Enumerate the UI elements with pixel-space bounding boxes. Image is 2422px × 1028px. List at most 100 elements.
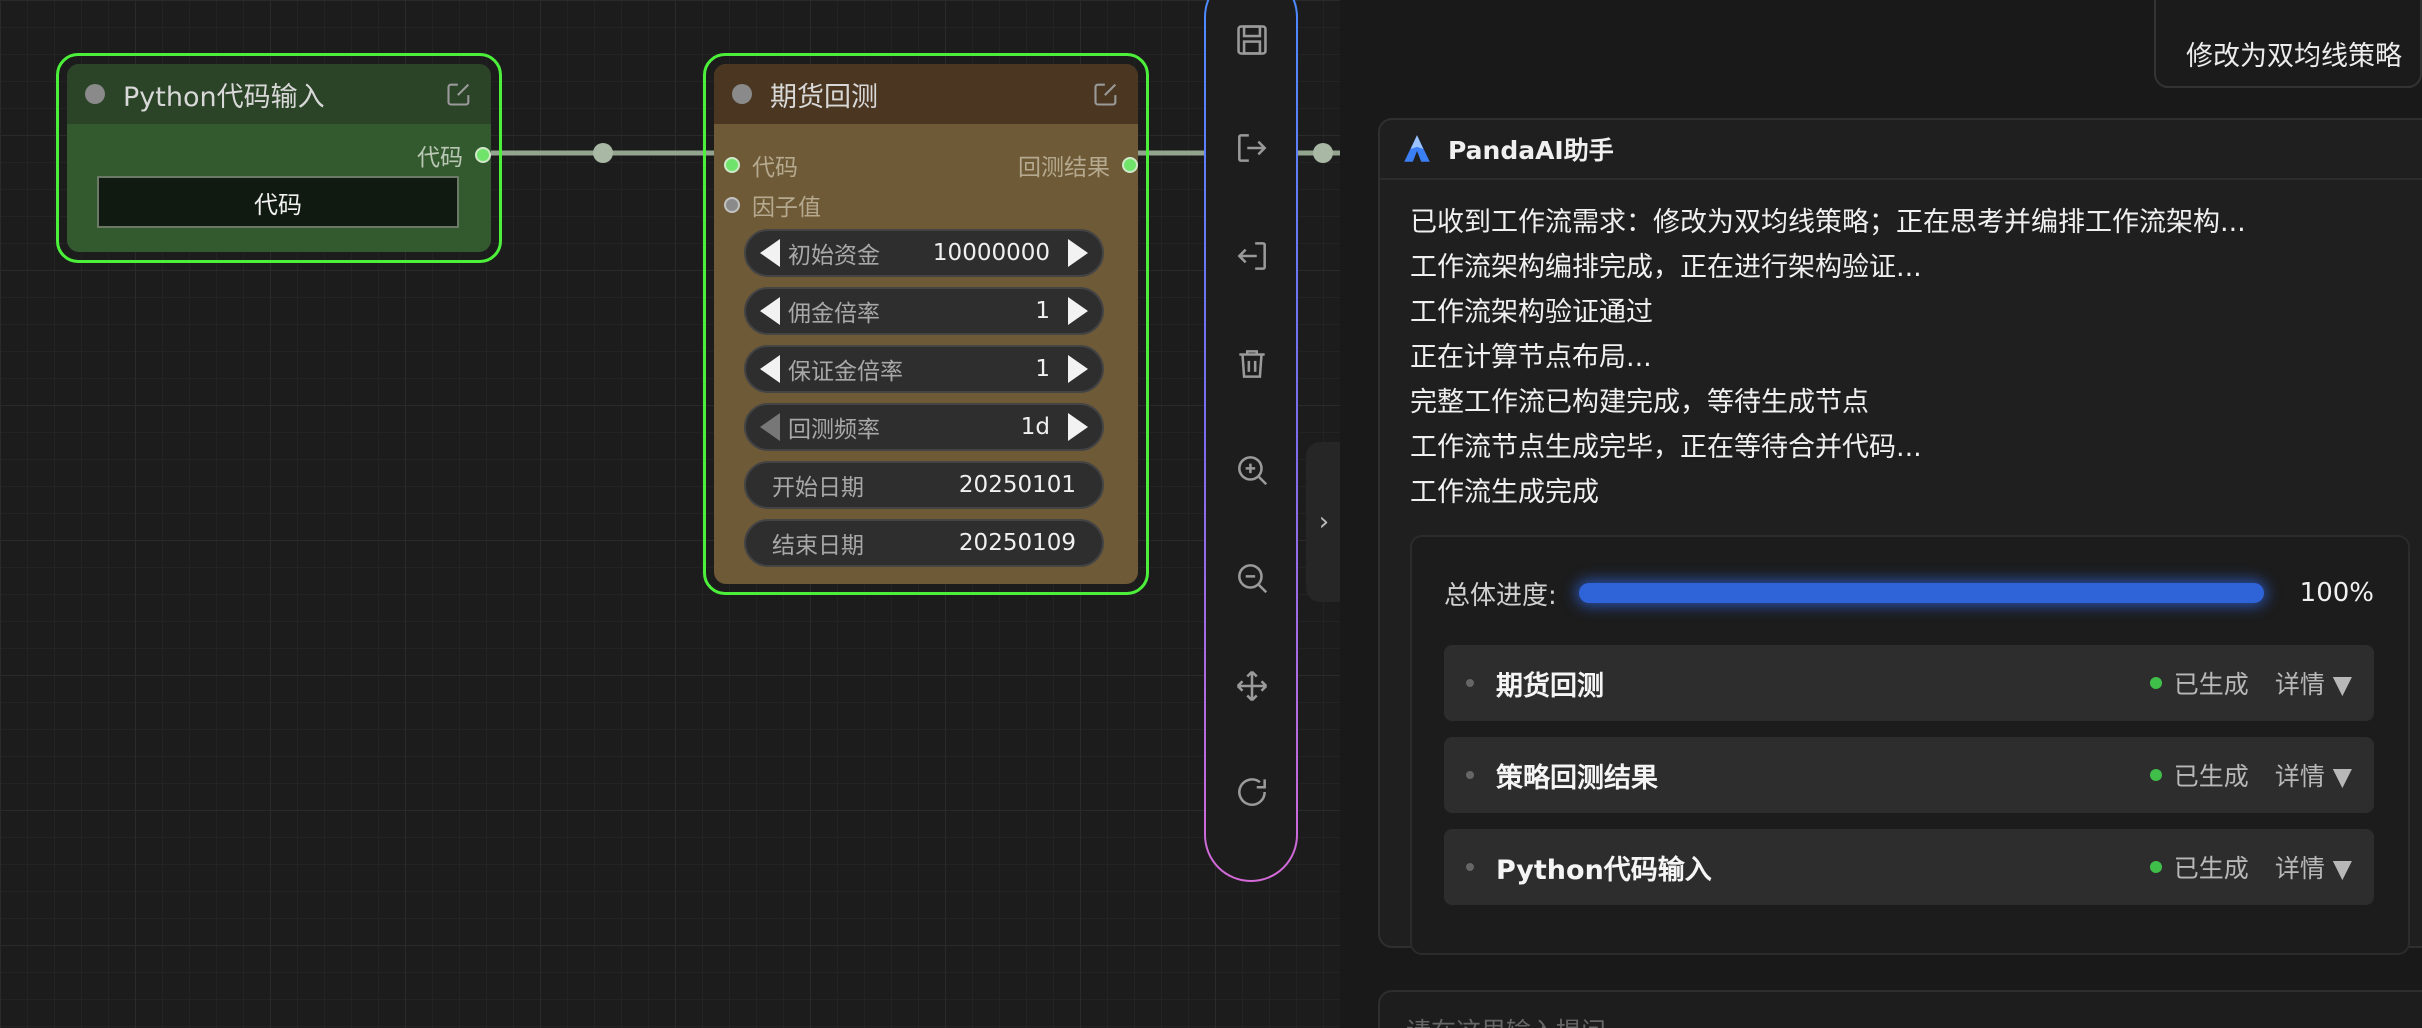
input-slot-dot[interactable]: [724, 197, 740, 213]
node-header[interactable]: 期货回测: [714, 64, 1138, 124]
widget-backtest-frequency[interactable]: 回测频率 1d: [744, 403, 1104, 451]
task-status: 已生成: [2173, 670, 2249, 699]
edit-icon[interactable]: [445, 80, 473, 108]
delete-button[interactable]: [1232, 344, 1272, 384]
decrement-arrow-icon[interactable]: [760, 239, 780, 267]
widget-value[interactable]: 1: [1035, 298, 1050, 324]
progress-track: [1578, 583, 2264, 603]
log-line: 工作流节点生成完毕，正在等待合并代码...: [1410, 432, 1922, 463]
output-slot-code[interactable]: 代码: [417, 138, 491, 172]
input-slot-label: 代码: [752, 155, 798, 181]
increment-arrow-icon[interactable]: [1068, 239, 1088, 267]
increment-arrow-icon[interactable]: [1068, 355, 1088, 383]
widget-value[interactable]: 1: [1035, 356, 1050, 382]
widget-commission-multiplier[interactable]: 佣金倍率 1: [744, 287, 1104, 335]
chat-input[interactable]: [1406, 1014, 2386, 1028]
task-item[interactable]: 策略回测结果 已生成 详情 ▼: [1444, 737, 2374, 813]
code-button[interactable]: 代码: [97, 176, 459, 228]
input-slot-factor[interactable]: 因子值: [724, 188, 821, 222]
assistant-message-card: PandaAI助手 已收到工作流需求：修改为双均线策略；正在思考并编排工作流架构…: [1378, 118, 2422, 955]
input-slot-dot[interactable]: [724, 157, 740, 173]
input-slot-label: 因子值: [752, 195, 821, 221]
export-button[interactable]: [1232, 128, 1272, 168]
zoom-in-icon: [1238, 456, 1268, 486]
task-detail-toggle[interactable]: 详情 ▼: [2275, 849, 2352, 885]
trash-icon: [1239, 350, 1265, 378]
input-slot-code[interactable]: 代码: [724, 148, 798, 182]
canvas-toolbar: [1204, 0, 1298, 882]
task-name: 期货回测: [1496, 670, 1604, 702]
panda-logo-icon: [1404, 135, 1430, 162]
node-title: 期货回测: [770, 81, 878, 113]
status-dot-icon: [2149, 861, 2162, 873]
progress-log: 已收到工作流需求：修改为双均线策略；正在思考并编排工作流架构... 工作流架构编…: [1410, 200, 2246, 515]
edit-icon[interactable]: [1092, 80, 1120, 108]
chat-input-box[interactable]: [1378, 990, 2422, 1028]
increment-arrow-icon[interactable]: [1068, 297, 1088, 325]
task-name: 策略回测结果: [1496, 762, 1658, 794]
save-button[interactable]: [1232, 20, 1272, 60]
task-status: 已生成: [2173, 762, 2249, 791]
decrement-arrow-icon[interactable]: [760, 297, 780, 325]
chevron-right-icon: ›: [1318, 507, 1330, 537]
log-line: 工作流架构验证通过: [1410, 297, 1653, 328]
bullet-icon: [1466, 863, 1474, 871]
log-line: 工作流生成完成: [1410, 477, 1599, 508]
python-code-input-node[interactable]: Python代码输入 代码 代码: [56, 53, 502, 263]
decrement-arrow-icon[interactable]: [760, 355, 780, 383]
save-icon: [1237, 25, 1267, 55]
bullet-icon: [1466, 679, 1474, 687]
widget-end-date[interactable]: 结束日期 20250109: [744, 519, 1104, 567]
move-button[interactable]: [1232, 666, 1272, 706]
refresh-button[interactable]: [1232, 772, 1272, 812]
workflow-canvas[interactable]: Python代码输入 代码 代码 期货回测 代码 因子值 回测结果 初始资金 1…: [0, 0, 1340, 1028]
move-icon: [1236, 670, 1268, 702]
user-message-text: 修改为双均线策略: [2186, 41, 2402, 72]
panel-collapse-toggle[interactable]: ›: [1306, 442, 1340, 602]
task-detail-toggle[interactable]: 详情 ▼: [2275, 757, 2352, 793]
widget-initial-capital[interactable]: 初始资金 10000000: [744, 229, 1104, 277]
futures-backtest-node[interactable]: 期货回测 代码 因子值 回测结果 初始资金 10000000 佣金倍率 1 保证…: [703, 53, 1149, 595]
widget-value[interactable]: 20250109: [959, 530, 1076, 556]
status-dot-icon: [2149, 769, 2162, 781]
output-slot-result[interactable]: 回测结果: [1018, 148, 1138, 182]
increment-arrow-icon[interactable]: [1068, 413, 1088, 441]
output-slot-label: 回测结果: [1018, 155, 1110, 181]
task-detail-toggle[interactable]: 详情 ▼: [2275, 665, 2352, 701]
progress-label: 总体进度:: [1444, 580, 1557, 611]
widget-value[interactable]: 1d: [1021, 414, 1050, 440]
export-icon: [1238, 134, 1267, 162]
task-item[interactable]: 期货回测 已生成 详情 ▼: [1444, 645, 2374, 721]
refresh-icon: [1238, 778, 1266, 806]
widget-start-date[interactable]: 开始日期 20250101: [744, 461, 1104, 509]
import-icon: [1237, 242, 1266, 270]
task-item[interactable]: Python代码输入 已生成 详情 ▼: [1444, 829, 2374, 905]
zoom-in-button[interactable]: [1232, 450, 1272, 490]
node-header[interactable]: Python代码输入: [67, 64, 491, 124]
widget-label: 佣金倍率: [788, 301, 880, 327]
assistant-name: PandaAI助手: [1448, 136, 1614, 165]
log-line: 完整工作流已构建完成，等待生成节点: [1410, 387, 1869, 418]
decrement-arrow-icon[interactable]: [760, 413, 780, 441]
log-line: 工作流架构编排完成，正在进行架构验证...: [1410, 252, 1922, 283]
output-slot-dot[interactable]: [475, 147, 491, 163]
widget-label: 结束日期: [772, 533, 864, 559]
widget-label: 回测频率: [788, 417, 880, 443]
user-message-bubble: 你 修改为双均线策略: [2154, 0, 2422, 88]
task-name: Python代码输入: [1496, 854, 1712, 886]
widget-label: 初始资金: [788, 243, 880, 269]
widget-value[interactable]: 10000000: [933, 240, 1050, 266]
import-button[interactable]: [1232, 236, 1272, 276]
zoom-out-button[interactable]: [1232, 558, 1272, 598]
widget-margin-multiplier[interactable]: 保证金倍率 1: [744, 345, 1104, 393]
output-slot-dot[interactable]: [1122, 157, 1138, 173]
link-midpoint-dot: [593, 143, 613, 163]
widget-value[interactable]: 20250101: [959, 472, 1076, 498]
user-message-prev-text: 你: [2206, 0, 2233, 1]
bullet-icon: [1466, 771, 1474, 779]
zoom-out-icon: [1238, 564, 1268, 594]
progress-percent: 100%: [2299, 578, 2374, 608]
node-title: Python代码输入: [123, 81, 325, 113]
link-midpoint-dot: [1313, 143, 1333, 163]
assistant-header: PandaAI助手: [1380, 120, 2422, 180]
